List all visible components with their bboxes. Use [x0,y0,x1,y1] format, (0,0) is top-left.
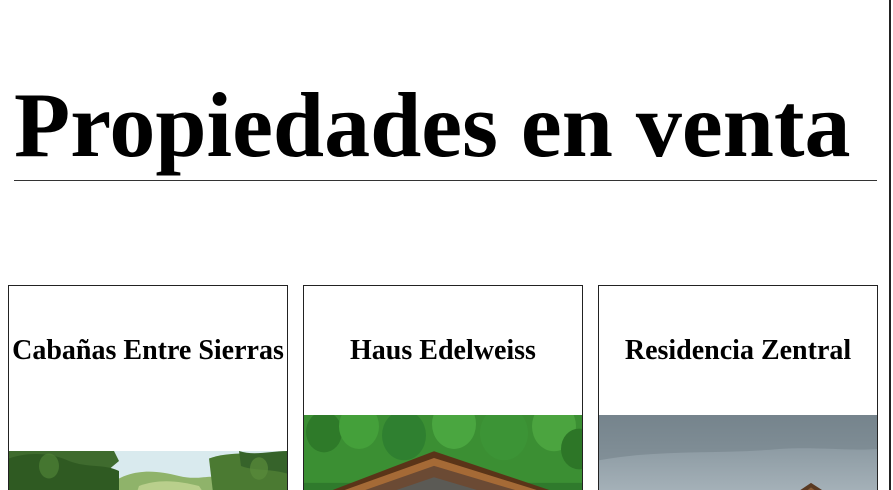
property-name: Residencia Zentral [624,335,852,366]
property-photo[interactable] [599,415,877,490]
property-card-edelweiss[interactable]: Haus Edelweiss [303,285,583,490]
forest-cabin-image [9,451,287,490]
page-edge-divider [889,0,891,490]
mountain-residence-image [599,415,877,490]
property-card-cabanas[interactable]: Cabañas Entre Sierras [8,285,288,490]
title-divider [14,180,877,181]
property-photo[interactable] [9,451,287,490]
property-card-zentral[interactable]: Residencia Zentral [598,285,878,490]
property-name: Cabañas Entre Sierras [12,335,284,366]
property-photo[interactable] [304,415,582,490]
property-name: Haus Edelweiss [350,335,536,366]
page-title: Propiedades en venta [14,74,851,176]
alpine-chalet-image [304,415,582,490]
